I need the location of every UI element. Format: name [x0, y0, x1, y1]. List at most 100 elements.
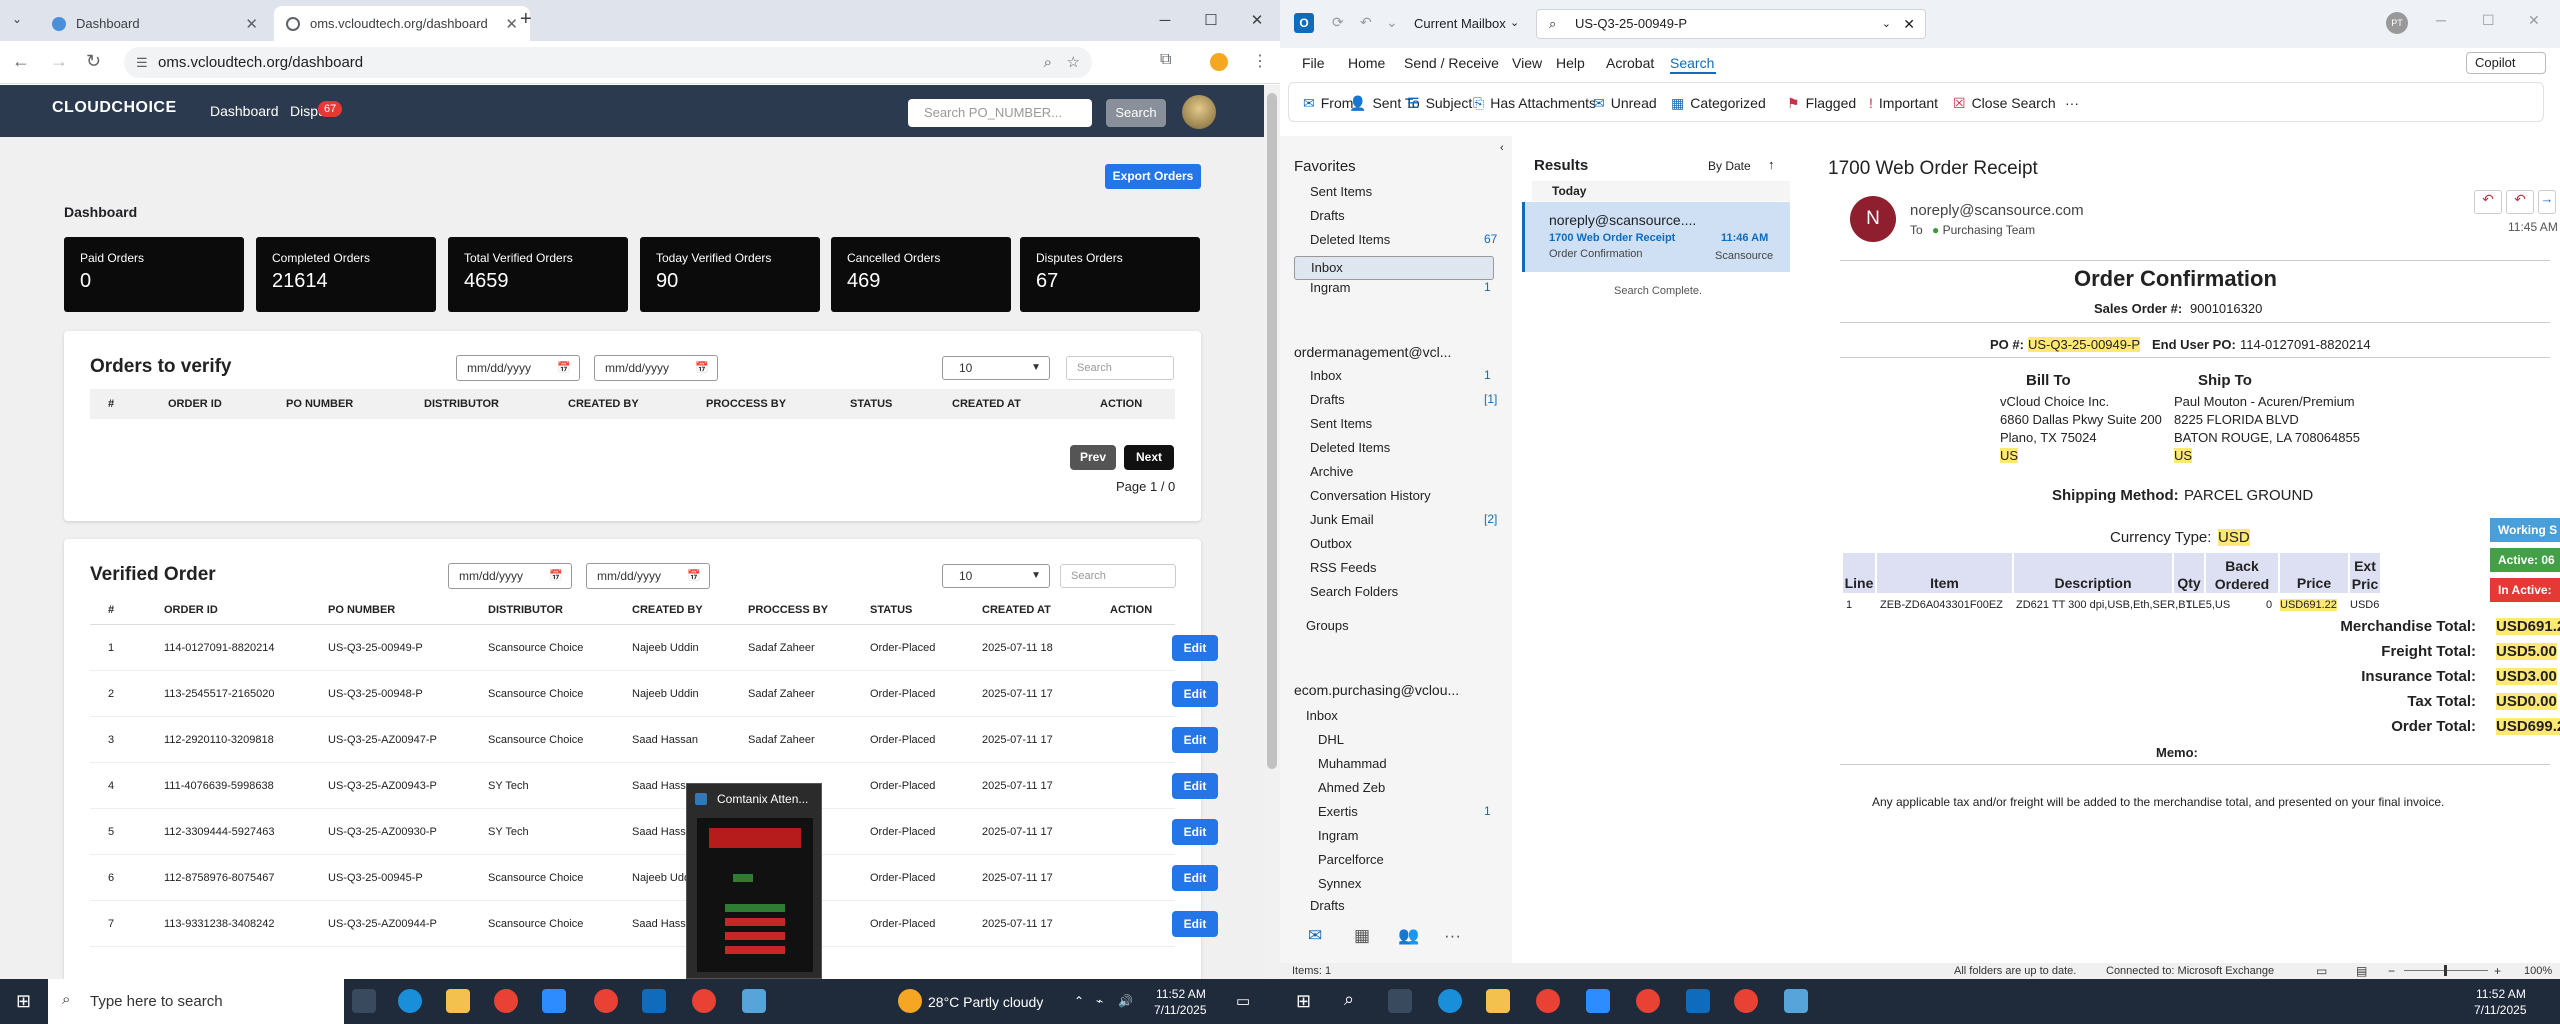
folder-sent-items[interactable]: Sent Items: [1310, 416, 1372, 431]
chrome-icon[interactable]: [1536, 989, 1560, 1013]
chevron-down-icon[interactable]: ⌄: [1510, 16, 1519, 29]
close-window-button[interactable]: ✕: [1234, 0, 1280, 41]
folder-inbox[interactable]: Inbox: [1310, 368, 1342, 383]
calendar-icon[interactable]: ▦: [1354, 926, 1370, 946]
edge-icon[interactable]: [398, 989, 422, 1013]
folder-inbox-2[interactable]: Inbox: [1306, 708, 1338, 723]
notifications-icon[interactable]: ▭: [1236, 992, 1250, 1010]
folder-muhammad[interactable]: Muhammad: [1318, 756, 1387, 771]
new-tab-button[interactable]: +: [520, 8, 532, 31]
to-recipient[interactable]: ● Purchasing Team: [1932, 223, 2035, 237]
address-bar[interactable]: ☰ oms.vcloudtech.org/dashboard ⌕ ☆: [124, 47, 1092, 78]
ribbon-flagged[interactable]: ⚑ Flagged: [1787, 95, 1856, 112]
ribbon-more-icon[interactable]: ···: [2065, 95, 2079, 111]
ribbon-close-search[interactable]: ☒ Close Search: [1953, 95, 2056, 112]
folder-sent-items[interactable]: Sent Items: [1310, 184, 1372, 199]
zoom-in-icon[interactable]: +: [2494, 964, 2501, 978]
folder-conversation-history[interactable]: Conversation History: [1310, 488, 1431, 503]
zoom-slider-thumb[interactable]: [2444, 965, 2447, 976]
edit-button[interactable]: Edit: [1172, 773, 1218, 799]
side-chip-working[interactable]: Working S: [2490, 518, 2560, 542]
date-from-input[interactable]: mm/dd/yyyy 📅: [448, 563, 572, 589]
edge-icon[interactable]: [1438, 989, 1462, 1013]
side-chip-active[interactable]: Active: 06: [2490, 548, 2560, 572]
edit-button[interactable]: Edit: [1172, 681, 1218, 707]
windows-start-icon[interactable]: ⊞: [1296, 991, 1311, 1012]
folder-deleted-items[interactable]: Deleted Items: [1310, 232, 1390, 247]
chrome-icon[interactable]: [594, 989, 618, 1013]
ribbon-categorized[interactable]: ▦ Categorized: [1671, 95, 1766, 112]
menu-help[interactable]: Help: [1556, 55, 1585, 71]
mailbox-scope[interactable]: Current Mailbox: [1414, 16, 1506, 31]
side-chip-inactive[interactable]: In Active:: [2490, 578, 2560, 602]
chrome-menu-icon[interactable]: ⋮: [1252, 51, 1268, 71]
sort-by-date[interactable]: By Date: [1708, 159, 1751, 173]
chrome-icon[interactable]: [1734, 989, 1758, 1013]
forward-icon[interactable]: →: [50, 51, 68, 72]
edit-button[interactable]: Edit: [1172, 635, 1218, 661]
extensions-icon[interactable]: ⧉: [1160, 51, 1171, 69]
edit-button[interactable]: Edit: [1172, 865, 1218, 891]
reading-view-icon[interactable]: ▤: [2356, 964, 2367, 978]
windows-start-icon[interactable]: ⊞: [16, 991, 31, 1012]
account-avatar[interactable]: PT: [2386, 12, 2408, 34]
close-tab-icon[interactable]: ✕: [505, 15, 518, 33]
ribbon-subject[interactable]: ☰ Subject: [1407, 95, 1472, 112]
site-search-button[interactable]: Search: [1106, 99, 1166, 127]
zoom-app-icon[interactable]: [542, 989, 566, 1013]
forward-icon[interactable]: →: [2538, 190, 2556, 214]
menu-home[interactable]: Home: [1348, 55, 1385, 71]
app-icon[interactable]: [742, 989, 766, 1013]
menu-view[interactable]: View: [1512, 55, 1542, 71]
tab-search-icon[interactable]: ⌄: [12, 12, 22, 26]
file-explorer-icon[interactable]: [1486, 989, 1510, 1013]
chrome-icon[interactable]: [1636, 989, 1660, 1013]
calendar-icon[interactable]: 📅: [557, 356, 571, 380]
ribbon-has-attachments[interactable]: ⎘ Has Attachments: [1473, 95, 1596, 112]
sort-direction-icon[interactable]: ↑: [1768, 157, 1775, 172]
account-ordermanagement[interactable]: ordermanagement@vcl...: [1294, 344, 1451, 360]
folder-parcelforce[interactable]: Parcelforce: [1318, 852, 1384, 867]
clock-date[interactable]: 7/11/2025: [1154, 1003, 1207, 1017]
page-size-select[interactable]: 10 ▼: [942, 564, 1050, 588]
site-logo[interactable]: CLOUDCHOICE: [52, 99, 177, 117]
folder-junk-email[interactable]: Junk Email: [1310, 512, 1374, 527]
chrome-icon[interactable]: [494, 989, 518, 1013]
verify-search-input[interactable]: Search: [1066, 356, 1174, 380]
folder-drafts[interactable]: Drafts: [1310, 392, 1345, 407]
mail-icon[interactable]: ✉: [1308, 926, 1322, 946]
clock-date[interactable]: 7/11/2025: [2474, 1003, 2527, 1017]
menu-file[interactable]: File: [1302, 55, 1325, 71]
tab-oms-dashboard[interactable]: oms.vcloudtech.org/dashboard ✕: [274, 6, 530, 41]
sender-address[interactable]: noreply@scansource.com: [1910, 202, 2084, 219]
app-icon[interactable]: [1784, 989, 1808, 1013]
network-icon[interactable]: ⌁: [1096, 994, 1103, 1008]
date-to-input[interactable]: mm/dd/yyyy 📅: [594, 355, 718, 381]
zoom-out-icon[interactable]: −: [2388, 964, 2395, 978]
date-from-input[interactable]: mm/dd/yyyy 📅: [456, 355, 580, 381]
bookmark-star-icon[interactable]: ☆: [1067, 47, 1080, 78]
calendar-icon[interactable]: 📅: [687, 564, 701, 588]
folder-dhl[interactable]: DHL: [1318, 732, 1344, 747]
scrollbar-thumb[interactable]: [1267, 93, 1277, 769]
task-view-icon[interactable]: [352, 989, 376, 1013]
maximize-button[interactable]: ☐: [2482, 12, 2495, 29]
zoom-icon[interactable]: ⌕: [1044, 47, 1052, 78]
menu-send-receive[interactable]: Send / Receive: [1404, 55, 1499, 71]
group-today[interactable]: Today: [1532, 181, 1790, 201]
folder-rss-feeds[interactable]: RSS Feeds: [1310, 560, 1376, 575]
menu-search[interactable]: Search: [1670, 55, 1714, 71]
people-icon[interactable]: 👥: [1398, 926, 1419, 946]
normal-view-icon[interactable]: ▭: [2316, 964, 2327, 978]
weather-text[interactable]: 28°C Partly cloudy: [928, 994, 1043, 1010]
outlook-icon[interactable]: [1686, 989, 1710, 1013]
user-avatar[interactable]: [1182, 95, 1216, 129]
folder-search-folders[interactable]: Search Folders: [1310, 584, 1398, 599]
task-view-icon[interactable]: [1388, 989, 1412, 1013]
folder-outbox[interactable]: Outbox: [1310, 536, 1352, 551]
next-button[interactable]: Next: [1124, 445, 1174, 470]
folder-ahmed-zeb[interactable]: Ahmed Zeb: [1318, 780, 1385, 795]
account-ecom-purchasing[interactable]: ecom.purchasing@vclou...: [1294, 682, 1459, 698]
ribbon-important[interactable]: ! Important: [1869, 95, 1938, 111]
site-info-icon[interactable]: ☰: [136, 47, 148, 78]
